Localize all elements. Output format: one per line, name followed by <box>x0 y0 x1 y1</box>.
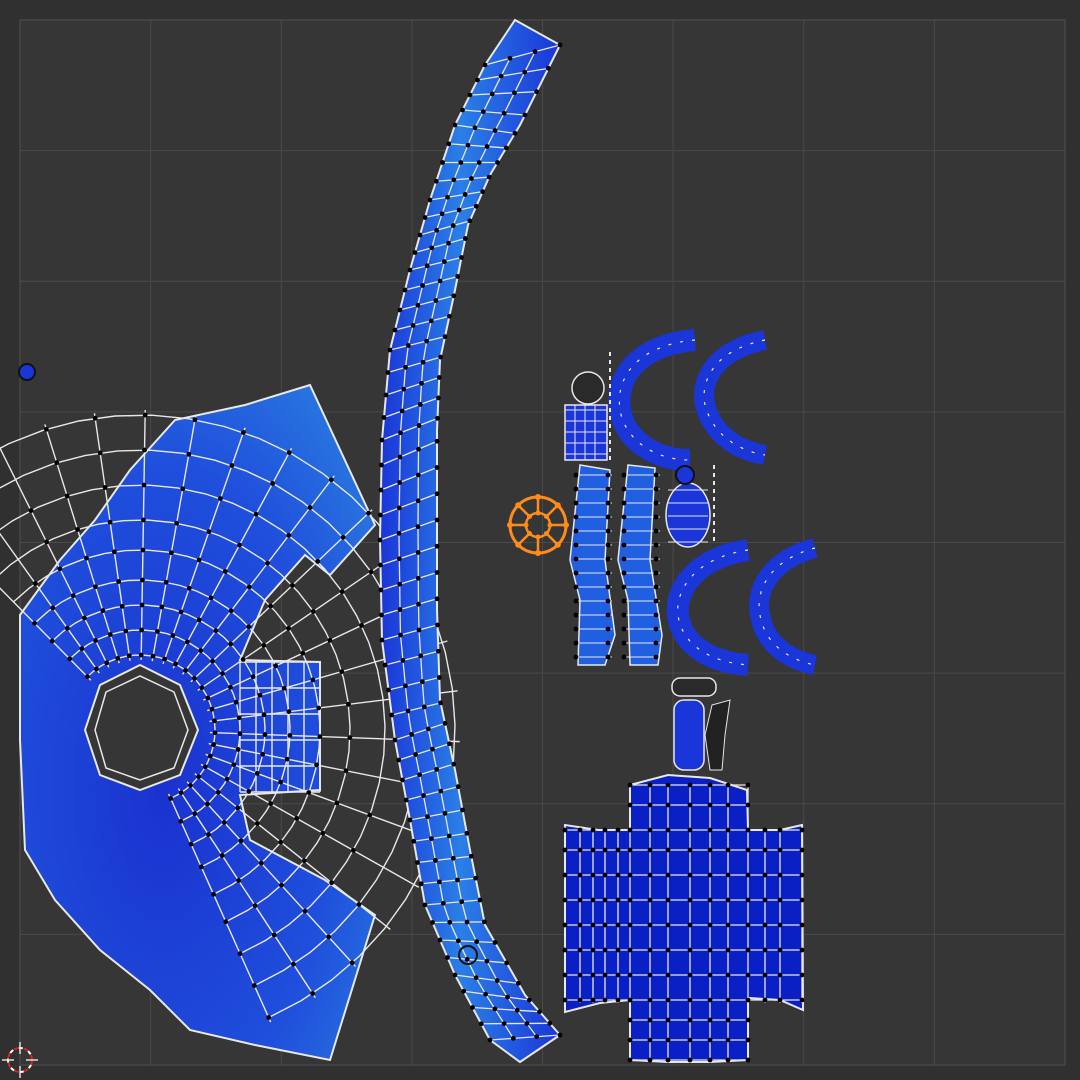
uv-editor-viewport[interactable] <box>0 0 1080 1080</box>
uv-canvas[interactable] <box>0 0 1080 1080</box>
